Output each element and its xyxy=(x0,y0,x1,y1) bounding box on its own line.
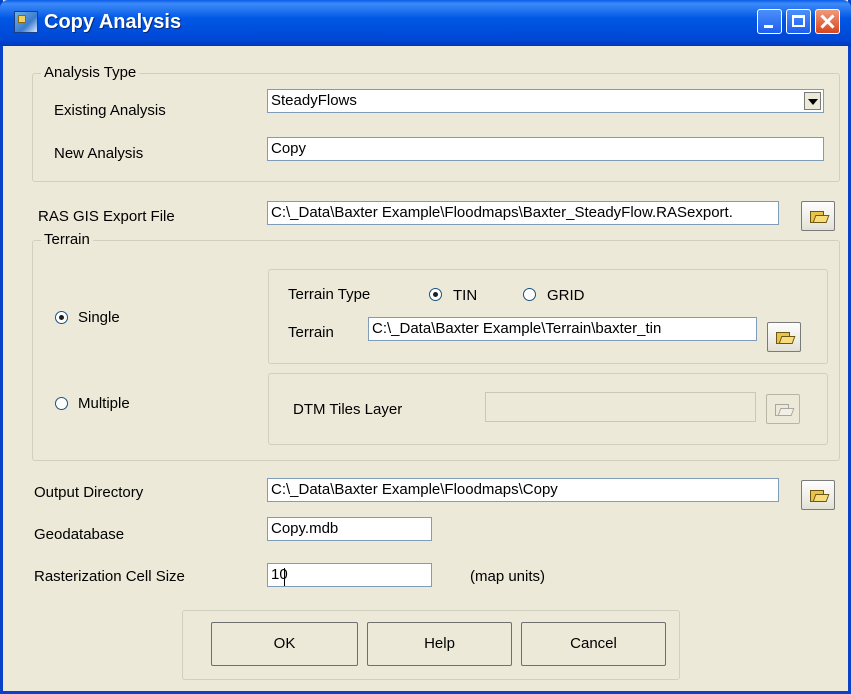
maximize-icon xyxy=(792,15,805,27)
dtm-tiles-browse-button xyxy=(766,394,800,424)
new-analysis-input[interactable]: Copy xyxy=(267,137,824,161)
new-analysis-label: New Analysis xyxy=(54,145,144,162)
maximize-button[interactable] xyxy=(786,9,811,34)
dtm-tiles-input xyxy=(485,392,756,422)
geodatabase-label: Geodatabase xyxy=(34,526,125,543)
cell-size-label: Rasterization Cell Size xyxy=(34,568,185,585)
terrain-type-label: Terrain Type xyxy=(288,286,371,303)
tin-radio[interactable] xyxy=(429,288,442,301)
help-button[interactable]: Help xyxy=(367,622,512,666)
single-label[interactable]: Single xyxy=(78,309,120,327)
terrain-label: Terrain xyxy=(288,324,334,341)
open-folder-icon xyxy=(776,330,794,344)
open-folder-icon xyxy=(810,488,828,502)
terrain-input[interactable]: C:\_Data\Baxter Example\Terrain\baxter_t… xyxy=(368,317,757,341)
close-button[interactable] xyxy=(815,9,840,34)
grid-radio[interactable] xyxy=(523,288,536,301)
open-folder-icon xyxy=(810,209,828,223)
cancel-button[interactable]: Cancel xyxy=(521,622,666,666)
existing-analysis-value: SteadyFlows xyxy=(271,92,357,109)
map-units-label: (map units) xyxy=(470,568,546,585)
window-title: Copy Analysis xyxy=(44,11,182,33)
minimize-icon xyxy=(764,25,773,28)
copy-analysis-dialog: Copy Analysis Analysis Type Existing Ana… xyxy=(0,0,851,694)
ok-button[interactable]: OK xyxy=(211,622,358,666)
single-radio[interactable] xyxy=(55,311,68,324)
minimize-button[interactable] xyxy=(757,9,782,34)
multiple-radio[interactable] xyxy=(55,397,68,410)
existing-analysis-select[interactable]: SteadyFlows xyxy=(267,89,824,113)
output-directory-label: Output Directory xyxy=(34,484,144,501)
app-icon xyxy=(14,11,38,33)
open-folder-icon xyxy=(775,402,793,416)
ras-export-label: RAS GIS Export File xyxy=(38,208,175,225)
analysis-type-legend: Analysis Type xyxy=(41,64,140,82)
cell-size-input[interactable]: 10 xyxy=(267,563,432,587)
dtm-tiles-label: DTM Tiles Layer xyxy=(293,401,403,418)
geodatabase-input[interactable]: Copy.mdb xyxy=(267,517,432,541)
ras-export-browse-button[interactable] xyxy=(801,201,835,231)
tin-label[interactable]: TIN xyxy=(453,287,477,305)
existing-analysis-label: Existing Analysis xyxy=(54,102,166,119)
terrain-browse-button[interactable] xyxy=(767,322,801,352)
multiple-label[interactable]: Multiple xyxy=(78,395,130,413)
terrain-legend: Terrain xyxy=(41,231,93,249)
text-cursor xyxy=(284,568,285,586)
grid-label[interactable]: GRID xyxy=(547,287,585,305)
ras-export-input[interactable]: C:\_Data\Baxter Example\Floodmaps\Baxter… xyxy=(267,201,779,225)
title-bar[interactable]: Copy Analysis xyxy=(0,0,851,46)
close-icon xyxy=(816,10,839,33)
output-directory-input[interactable]: C:\_Data\Baxter Example\Floodmaps\Copy xyxy=(267,478,779,502)
output-directory-browse-button[interactable] xyxy=(801,480,835,510)
chevron-down-icon[interactable] xyxy=(804,92,821,110)
